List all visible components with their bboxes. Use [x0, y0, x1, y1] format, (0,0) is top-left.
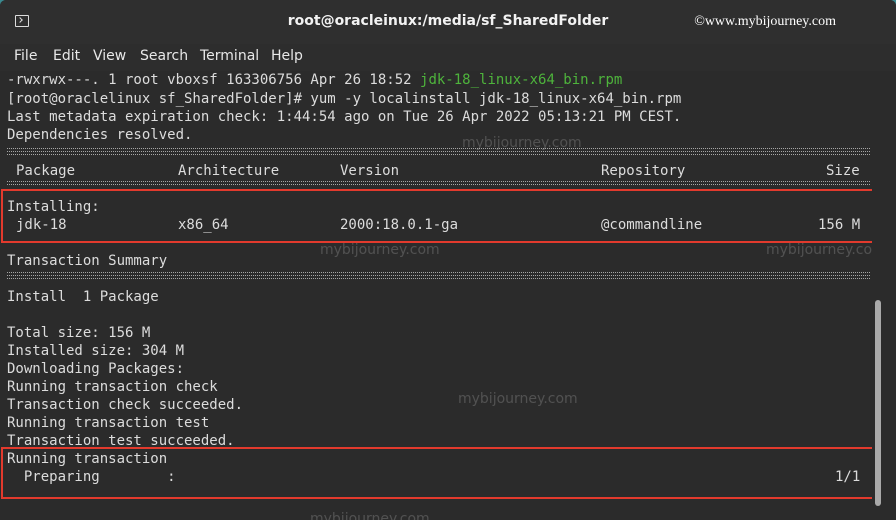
installed-size: Installed size: 304 M [7, 343, 185, 359]
menu-search[interactable]: Search [140, 48, 188, 64]
header-repository: Repository [601, 163, 686, 179]
separator-line [7, 148, 871, 156]
terminal-line-metadata: Last metadata expiration check: 1:44:54 … [7, 109, 682, 125]
header-version: Version [340, 163, 400, 179]
menu-file[interactable]: File [14, 48, 37, 64]
total-size: Total size: 156 M [7, 325, 151, 341]
menu-bar: File Edit View Search Terminal Help [0, 44, 896, 71]
header-size: Size [826, 163, 860, 179]
downloading-packages: Downloading Packages: [7, 361, 185, 377]
highlight-box-installing [1, 189, 874, 243]
highlight-box-running [1, 447, 874, 499]
terminal-output[interactable]: -rwxrwx---. 1 root vboxsf 163306756 Apr … [0, 71, 886, 520]
title-bar: root@oracleinux:/media/sf_SharedFolder ©… [0, 0, 896, 45]
watermark-text: mybijourney.com [462, 135, 582, 151]
install-count: Install 1 Package [7, 289, 159, 305]
header-package: Package [16, 163, 76, 179]
watermark-text: mybijourney.com [320, 242, 440, 258]
ls-output-filename: jdk-18_linux-x64_bin.rpm [420, 72, 623, 88]
menu-terminal[interactable]: Terminal [200, 48, 259, 64]
running-test: Running transaction test [7, 415, 210, 431]
header-architecture: Architecture [178, 163, 280, 179]
terminal-window: root@oracleinux:/media/sf_SharedFolder ©… [0, 0, 896, 520]
ls-output-text: -rwxrwx---. 1 root vboxsf 163306756 Apr … [7, 72, 421, 88]
watermark-text: mybijourney.com [766, 242, 886, 258]
watermark-text: mybijourney.com [310, 511, 430, 520]
separator-line [7, 181, 871, 186]
menu-view[interactable]: View [93, 48, 126, 64]
watermark-text: mybijourney.com [458, 391, 578, 407]
menu-edit[interactable]: Edit [53, 48, 80, 64]
running-check: Running transaction check [7, 379, 218, 395]
terminal-line-ls: -rwxrwx---. 1 root vboxsf 163306756 Apr … [7, 71, 622, 89]
watermark-top: ©www.mybijourney.com [694, 14, 836, 29]
check-succeeded: Transaction check succeeded. [7, 397, 244, 413]
terminal-line-deps: Dependencies resolved. [7, 127, 193, 143]
transaction-summary: Transaction Summary [7, 253, 168, 269]
scrollbar-thumb[interactable] [875, 300, 881, 506]
menu-help[interactable]: Help [271, 48, 303, 64]
separator-line [7, 272, 871, 280]
terminal-line-command: [root@oraclelinux sf_SharedFolder]# yum … [7, 91, 682, 107]
